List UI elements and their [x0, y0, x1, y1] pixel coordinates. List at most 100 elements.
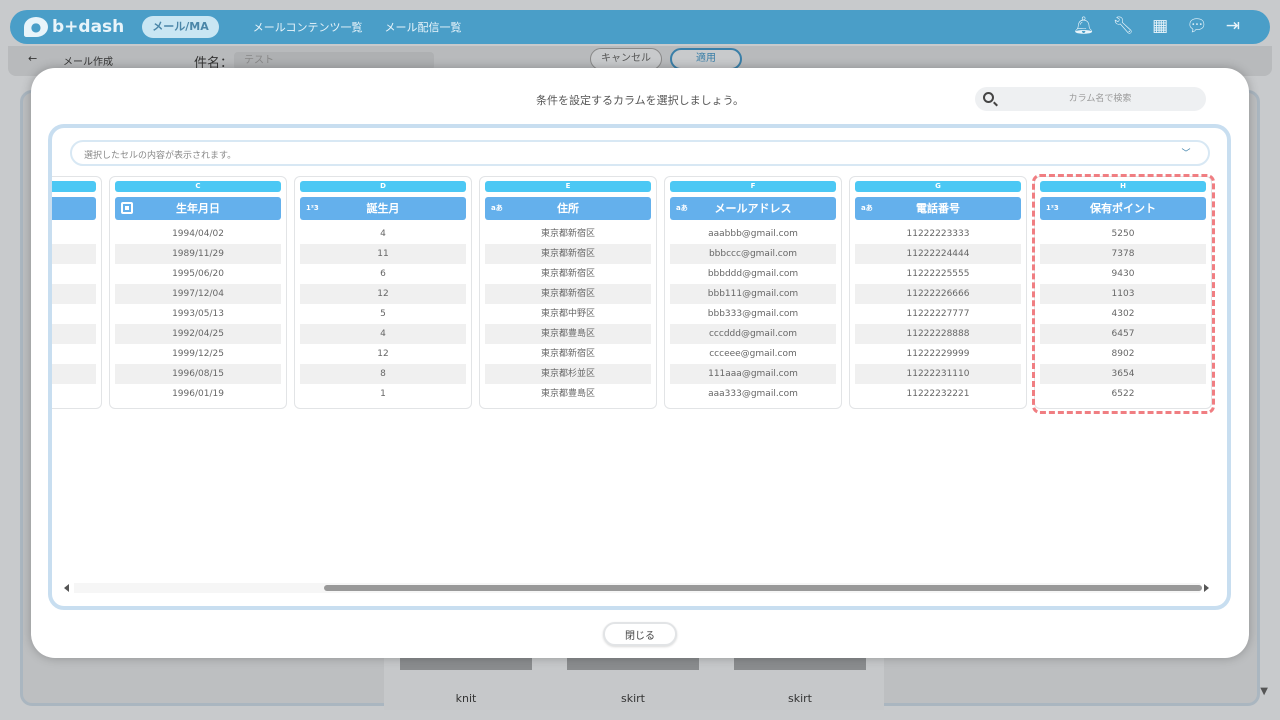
cell-preview-bar[interactable]: 選択したセルの内容が表示されます。 ﹀: [70, 140, 1210, 166]
mode-switch[interactable]: メール/MA: [142, 16, 219, 38]
wrench-icon[interactable]: 🔧︎: [1113, 16, 1135, 36]
cell[interactable]: 東京都豊島区: [485, 324, 651, 344]
cell[interactable]: 1995/06/20: [115, 264, 281, 284]
nav-mail-contents[interactable]: メールコンテンツ一覧: [253, 19, 363, 35]
cell[interactable]: 3654: [1040, 364, 1206, 384]
cell[interactable]: 11: [300, 244, 466, 264]
cell[interactable]: 11222228888: [855, 324, 1021, 344]
cell[interactable]: [52, 364, 96, 384]
column-d[interactable]: D 1²3 誕生月 4 11 6 12 5 4 12 8 1: [294, 176, 472, 409]
cell[interactable]: [52, 284, 96, 304]
cell[interactable]: 12: [300, 284, 466, 304]
cell[interactable]: [52, 224, 96, 244]
cell[interactable]: [52, 344, 96, 364]
bell-icon[interactable]: 🔔︎: [1073, 16, 1095, 36]
cell[interactable]: [52, 384, 96, 404]
cell[interactable]: 111aaa@gmail.com: [670, 364, 836, 384]
cell[interactable]: 11222232221: [855, 384, 1021, 404]
cell[interactable]: [52, 304, 96, 324]
cell[interactable]: [52, 264, 96, 284]
scroll-left-icon[interactable]: [64, 584, 69, 592]
cell[interactable]: 4: [300, 224, 466, 244]
column-c[interactable]: C 生年月日 1994/04/02 1989/11/29 1995/06/20 1997/…: [109, 176, 287, 409]
cell[interactable]: aaa333@gmail.com: [670, 384, 836, 404]
cell[interactable]: 11222227777: [855, 304, 1021, 324]
cell[interactable]: 11222223333: [855, 224, 1021, 244]
logo-icon: ●: [24, 17, 48, 37]
cell[interactable]: 12: [300, 344, 466, 364]
cell[interactable]: 7378: [1040, 244, 1206, 264]
cell[interactable]: 1996/01/19: [115, 384, 281, 404]
cell[interactable]: 11222226666: [855, 284, 1021, 304]
cell[interactable]: 6522: [1040, 384, 1206, 404]
cell[interactable]: 東京都新宿区: [485, 284, 651, 304]
cell[interactable]: 4: [300, 324, 466, 344]
cell[interactable]: bbbddd@gmail.com: [670, 264, 836, 284]
column-header[interactable]: aあ メールアドレス: [670, 197, 836, 220]
cell[interactable]: 1103: [1040, 284, 1206, 304]
column-g[interactable]: Gaあ 電話番号 11222223333 11222224444 11222225555…: [849, 176, 1027, 409]
cell[interactable]: 1997/12/04: [115, 284, 281, 304]
close-button[interactable]: 閉じる: [603, 622, 677, 646]
cell[interactable]: 東京都新宿区: [485, 264, 651, 284]
scrollbar-thumb[interactable]: [324, 585, 1202, 591]
cell[interactable]: 1989/11/29: [115, 244, 281, 264]
cell[interactable]: cccddd@gmail.com: [670, 324, 836, 344]
cell[interactable]: 6457: [1040, 324, 1206, 344]
nav-mail-delivery[interactable]: メール配信一覧: [385, 19, 462, 35]
scroll-right-icon[interactable]: [1204, 584, 1209, 592]
column-h[interactable]: H 1²3 保有ポイント 5250 7378 9430 1103 4302 6457 8902 36…: [1034, 176, 1212, 409]
column-header[interactable]: aあ 住所: [485, 197, 651, 220]
cell[interactable]: 8: [300, 364, 466, 384]
chat-icon[interactable]: 💬︎: [1186, 16, 1208, 36]
cell[interactable]: [52, 324, 96, 344]
cell[interactable]: 東京都豊島区: [485, 384, 651, 404]
grid-icon[interactable]: ▦: [1152, 16, 1168, 36]
column-header[interactable]: 生年月日: [115, 197, 281, 220]
cell[interactable]: bbb111@gmail.com: [670, 284, 836, 304]
cell[interactable]: 東京都杉並区: [485, 364, 651, 384]
cell[interactable]: 11222229999: [855, 344, 1021, 364]
cell[interactable]: 11222231110: [855, 364, 1021, 384]
column-search-input[interactable]: [1005, 87, 1195, 111]
cell[interactable]: 東京都新宿区: [485, 344, 651, 364]
cell[interactable]: 5250: [1040, 224, 1206, 244]
column-header[interactable]: 1²3 保有ポイント: [1040, 197, 1206, 220]
column-f[interactable]: Faあ メールアドレス aaabbb@gmail.com bbbccc@gmail.c…: [664, 176, 842, 409]
cell[interactable]: 5: [300, 304, 466, 324]
column-header[interactable]: aあ 電話番号: [855, 197, 1021, 220]
scroll-down-icon[interactable]: ▼: [1260, 686, 1268, 697]
apply-button[interactable]: 適用: [670, 48, 742, 70]
cell[interactable]: 6: [300, 264, 466, 284]
cell[interactable]: bbbccc@gmail.com: [670, 244, 836, 264]
cell[interactable]: 1994/04/02: [115, 224, 281, 244]
cell[interactable]: ccceee@gmail.com: [670, 344, 836, 364]
horizontal-scrollbar[interactable]: [74, 583, 1202, 593]
back-arrow-icon[interactable]: ←: [28, 52, 37, 65]
cell[interactable]: 8902: [1040, 344, 1206, 364]
cell[interactable]: 1993/05/13: [115, 304, 281, 324]
chevron-down-icon[interactable]: ﹀: [1178, 146, 1194, 162]
cell[interactable]: 1: [300, 384, 466, 404]
cell[interactable]: 11222225555: [855, 264, 1021, 284]
cell[interactable]: 1999/12/25: [115, 344, 281, 364]
cell[interactable]: aaabbb@gmail.com: [670, 224, 836, 244]
logout-icon[interactable]: ⇥: [1226, 16, 1240, 36]
cancel-button[interactable]: キャンセル: [590, 48, 662, 70]
cell[interactable]: 1992/04/25: [115, 324, 281, 344]
cell[interactable]: 1996/08/15: [115, 364, 281, 384]
cell[interactable]: 11222224444: [855, 244, 1021, 264]
cell[interactable]: 東京都新宿区: [485, 224, 651, 244]
column-header[interactable]: 1²3 誕生月: [300, 197, 466, 220]
cell-preview-placeholder: 選択したセルの内容が表示されます。: [84, 151, 237, 161]
cell[interactable]: 東京都新宿区: [485, 244, 651, 264]
cell[interactable]: 9430: [1040, 264, 1206, 284]
cell[interactable]: bbb333@gmail.com: [670, 304, 836, 324]
cell[interactable]: 4302: [1040, 304, 1206, 324]
column-partial[interactable]: [52, 176, 102, 409]
logo[interactable]: ● b+dash: [24, 17, 124, 37]
cell[interactable]: [52, 244, 96, 264]
column-e[interactable]: Eaあ 住所東京都新宿区 東京都新宿区 東京都新宿区 東京都新宿区 東京都中野区 東京都豊島…: [479, 176, 657, 409]
column-letter: E: [485, 181, 651, 192]
cell[interactable]: 東京都中野区: [485, 304, 651, 324]
